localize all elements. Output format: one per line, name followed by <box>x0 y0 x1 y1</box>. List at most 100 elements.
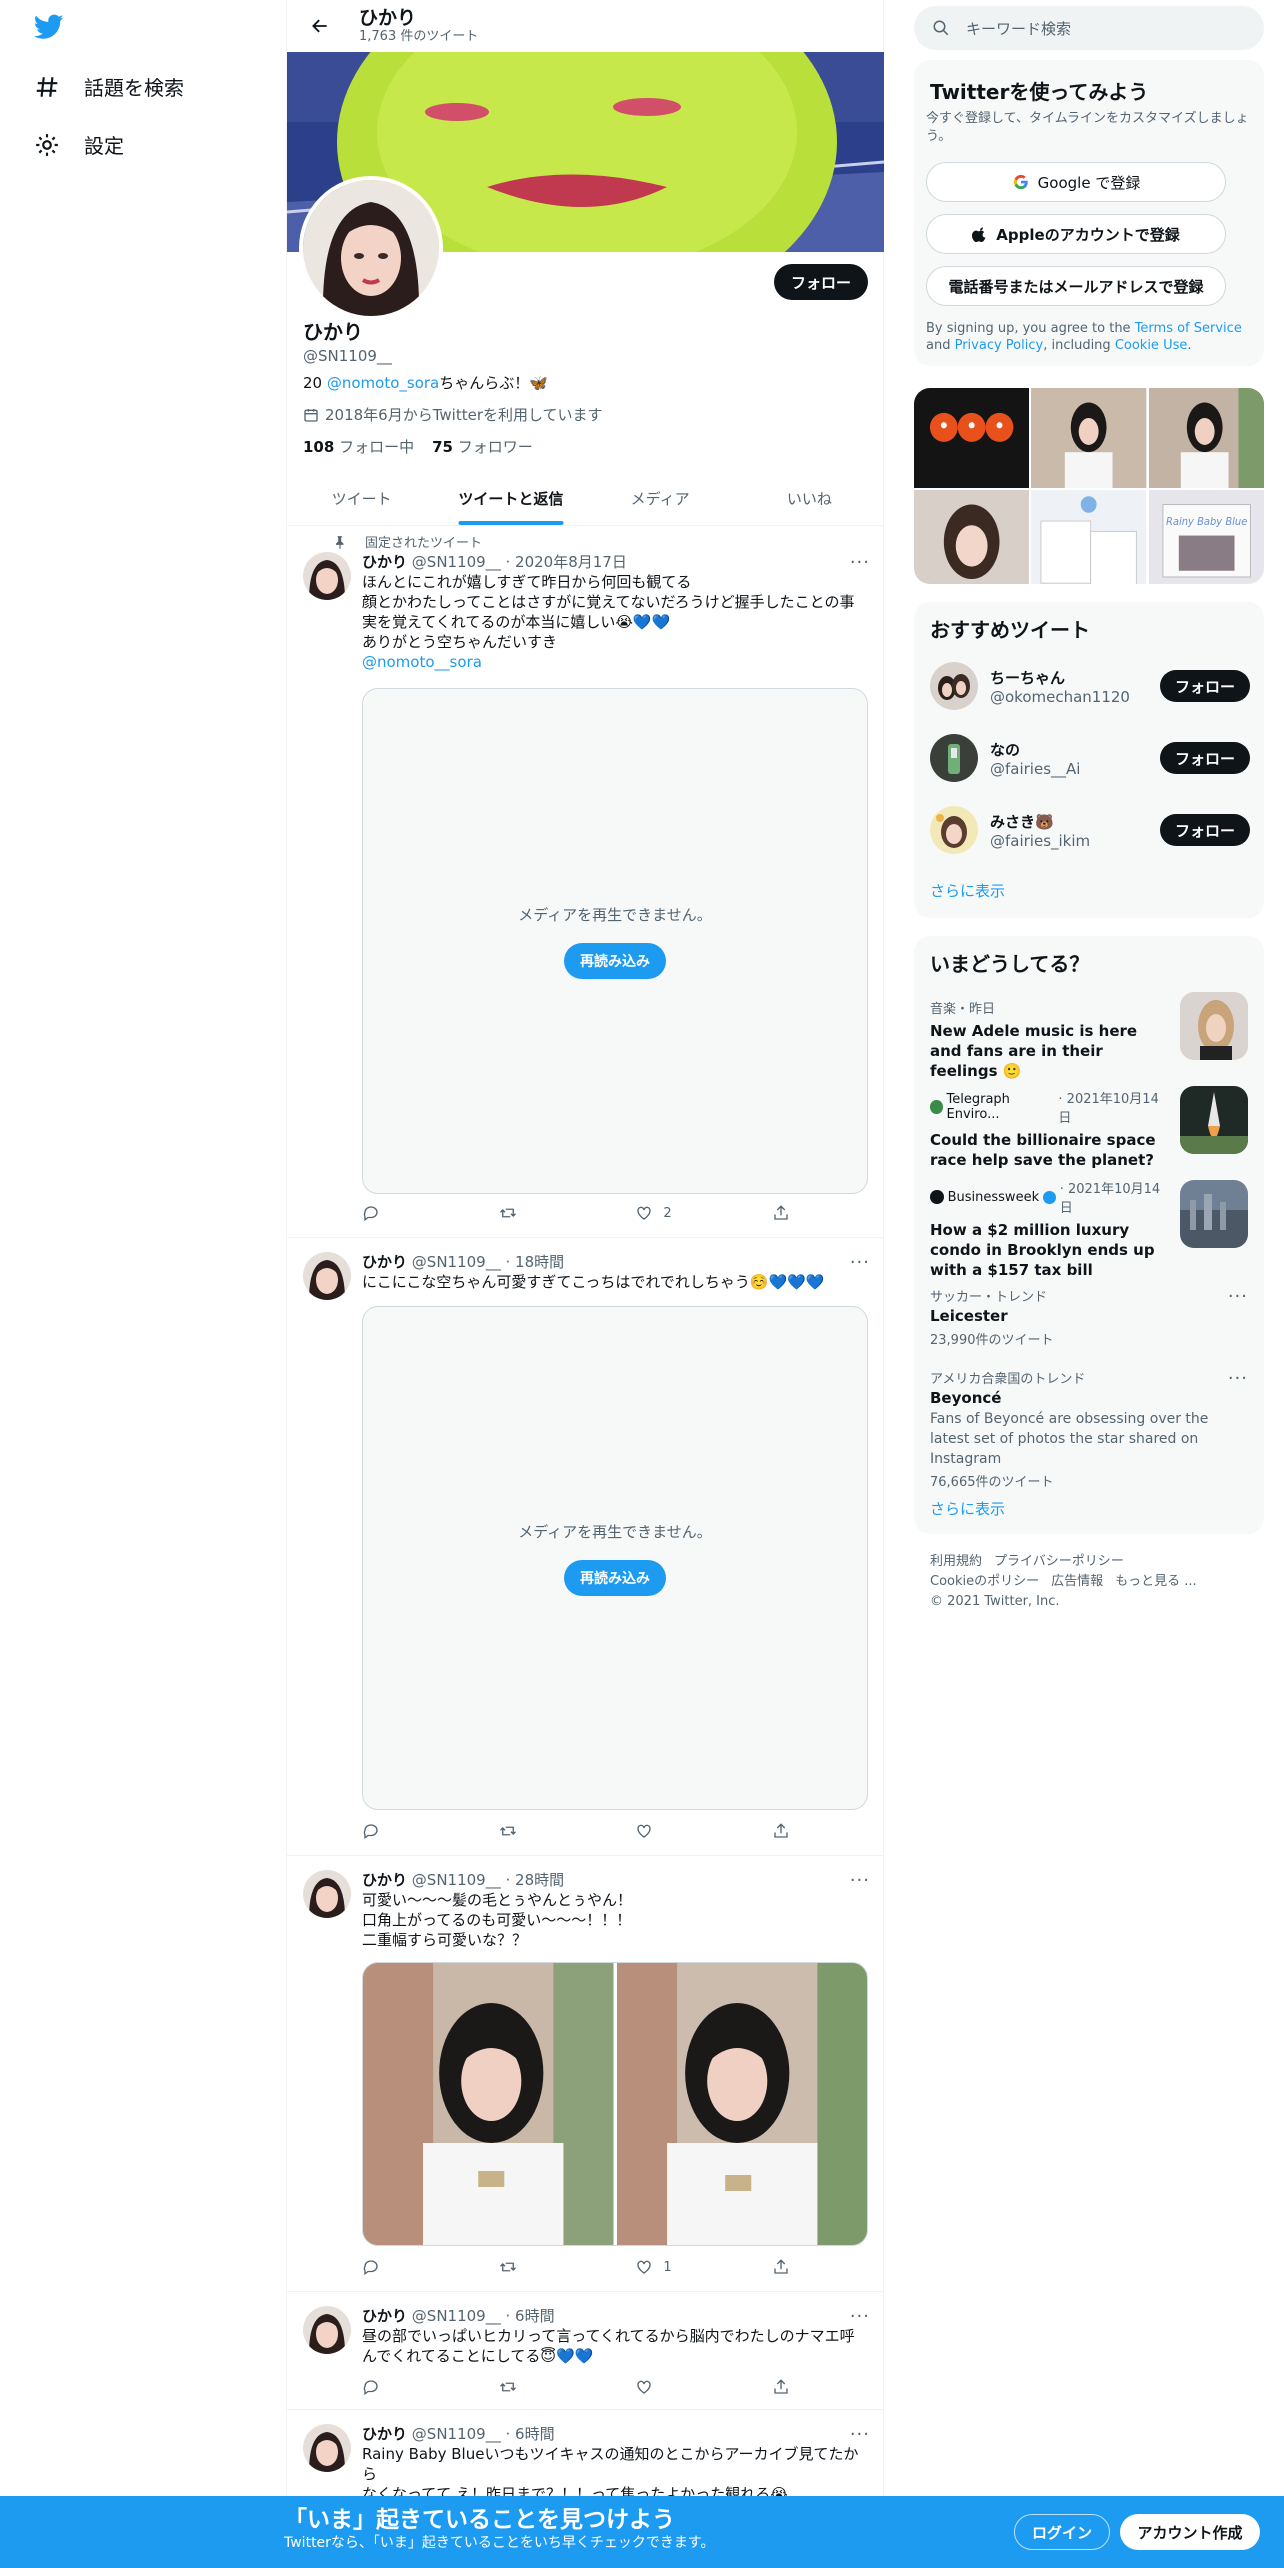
share-button[interactable] <box>772 1204 802 1222</box>
media-thumbnail[interactable]: Rainy Baby Blue <box>1148 490 1264 584</box>
twitter-logo-icon[interactable] <box>33 14 64 44</box>
terms-of-service-link[interactable]: Terms of Service <box>1135 321 1242 336</box>
follow-button[interactable]: フォロー <box>1160 814 1250 846</box>
tweet-mention-link[interactable]: @nomoto__sora <box>362 652 872 672</box>
more-icon[interactable]: ··· <box>850 552 870 573</box>
footer-ads-link[interactable]: 広告情報 <box>1051 1572 1103 1592</box>
footer-privacy-link[interactable]: プライバシーポリシー <box>994 1552 1124 1572</box>
tweet-author-handle[interactable]: @SN1109__ <box>412 2425 501 2443</box>
reply-button[interactable] <box>362 1204 452 1222</box>
apple-signup-button[interactable]: Appleのアカウントで登録 <box>926 214 1226 254</box>
login-button[interactable]: ログイン <box>1014 2514 1110 2550</box>
trend-thumbnail[interactable] <box>1180 992 1248 1060</box>
show-more-link[interactable]: さらに表示 <box>930 1498 1005 1519</box>
follow-button[interactable]: フォロー <box>1160 670 1250 702</box>
tab-media[interactable]: メディア <box>586 472 735 525</box>
retweet-button[interactable] <box>499 1204 589 1222</box>
tab-likes[interactable]: いいね <box>735 472 884 525</box>
profile-avatar[interactable] <box>299 176 443 320</box>
tweet-author-name[interactable]: ひかり <box>362 553 407 571</box>
more-icon[interactable]: ··· <box>850 2306 870 2327</box>
media-thumbnail[interactable] <box>1031 388 1147 489</box>
bio-mention-link[interactable]: @nomoto_sora <box>327 374 439 392</box>
recommended-user[interactable]: なの @fairies__Ai フォロー <box>930 728 1250 788</box>
like-button[interactable]: 2 <box>635 1204 725 1222</box>
media-thumbnail[interactable] <box>914 388 1030 489</box>
more-icon[interactable]: ··· <box>1228 1368 1248 1389</box>
tweet-author-name[interactable]: ひかり <box>362 1871 407 1889</box>
google-signup-button[interactable]: Google で登録 <box>926 162 1226 202</box>
footer-more-link[interactable]: もっと見る ... <box>1115 1572 1197 1592</box>
tweet[interactable]: ひかり @SN1109__ · 18時間 にこにこな空ちゃん可愛すぎてこっちはで… <box>287 1238 884 1856</box>
tweet-timestamp[interactable]: · 28時間 <box>506 1871 565 1889</box>
avatar[interactable] <box>930 734 978 782</box>
tweet-photo[interactable] <box>363 1963 614 2245</box>
more-icon[interactable]: ··· <box>850 2424 870 2445</box>
tweet[interactable]: ひかり @SN1109__ · 28時間 可愛い〜〜〜髪の毛とぅやんとぅやん！ … <box>287 1856 884 2292</box>
like-button[interactable] <box>635 2378 725 2396</box>
trend-item[interactable]: アメリカ合衆国のトレンド Beyoncé Fans of Beyoncé are… <box>930 1368 1252 1490</box>
tweet-avatar[interactable] <box>303 2306 351 2354</box>
create-account-button[interactable]: アカウント作成 <box>1120 2514 1260 2550</box>
recommended-user[interactable]: ちーちゃん @okomechan1120 フォロー <box>930 656 1250 716</box>
tweet-author-handle[interactable]: @SN1109__ <box>412 1253 501 1271</box>
tweet-avatar[interactable] <box>303 1870 351 1918</box>
follow-button[interactable]: フォロー <box>1160 742 1250 774</box>
back-button[interactable] <box>303 9 337 43</box>
retweet-button[interactable] <box>499 2258 589 2276</box>
more-icon[interactable]: ··· <box>850 1870 870 1891</box>
following-link[interactable]: 108 フォロー中 <box>303 436 414 457</box>
media-thumbnail[interactable] <box>1148 388 1264 489</box>
trend-item[interactable]: 音楽・昨日 New Adele music is here and fans a… <box>930 998 1160 1081</box>
nav-explore[interactable]: 話題を検索 <box>34 72 184 101</box>
reload-button[interactable]: 再読み込み <box>564 942 666 979</box>
tweet-timestamp[interactable]: · 18時間 <box>506 1253 565 1271</box>
media-thumbnail[interactable] <box>914 490 1030 584</box>
tweet[interactable]: ひかり @SN1109__ · 6時間 Rainy Baby Blueいつもツイ… <box>287 2410 884 2510</box>
footer-cookie-link[interactable]: Cookieのポリシー <box>930 1572 1039 1592</box>
share-button[interactable] <box>772 2378 802 2396</box>
tweet-photo[interactable] <box>616 1963 867 2245</box>
search-box[interactable]: キーワード検索 <box>914 6 1264 50</box>
tweet-timestamp[interactable]: · 2020年8月17日 <box>506 553 627 571</box>
tweet-timestamp[interactable]: · 6時間 <box>506 2307 555 2325</box>
tweet-avatar[interactable] <box>303 2424 351 2472</box>
reply-button[interactable] <box>362 2378 452 2396</box>
tweet-avatar[interactable] <box>303 1252 351 1300</box>
tab-tweets-and-replies[interactable]: ツイートと返信 <box>436 472 585 525</box>
tweet[interactable]: ひかり @SN1109__ · 6時間 昼の部でいっぱいヒカリって言ってくれてる… <box>287 2292 884 2410</box>
tab-tweets[interactable]: ツイート <box>287 472 436 525</box>
avatar[interactable] <box>930 806 978 854</box>
reload-button[interactable]: 再読み込み <box>564 1559 666 1596</box>
media-thumbnail[interactable] <box>1031 490 1147 584</box>
trend-item[interactable]: Businessweek · 2021年10月14日 How a $2 mill… <box>930 1178 1170 1280</box>
tweet-pinned[interactable]: 固定されたツイート ひかり @SN1109__ · 2020年8月17日 ほんと… <box>287 526 884 1238</box>
recommended-user[interactable]: みさき🐻 @fairies_ikim フォロー <box>930 800 1250 860</box>
share-button[interactable] <box>772 1822 802 1840</box>
privacy-policy-link[interactable]: Privacy Policy <box>955 338 1044 353</box>
tweet-author-handle[interactable]: @SN1109__ <box>412 553 501 571</box>
tweet-timestamp[interactable]: · 6時間 <box>506 2425 555 2443</box>
retweet-button[interactable] <box>499 1822 589 1840</box>
avatar[interactable] <box>930 662 978 710</box>
search-input[interactable]: キーワード検索 <box>966 18 1071 39</box>
trend-thumbnail[interactable] <box>1180 1086 1248 1154</box>
more-icon[interactable]: ··· <box>850 1252 870 1273</box>
follow-button[interactable]: フォロー <box>774 264 868 300</box>
like-button[interactable] <box>635 1822 725 1840</box>
like-button[interactable]: 1 <box>635 2258 725 2276</box>
tweet-author-handle[interactable]: @SN1109__ <box>412 1871 501 1889</box>
trend-item[interactable]: サッカー・トレンド Leicester 23,990件のツイート <box>930 1286 1252 1348</box>
followers-link[interactable]: 75 フォロワー <box>432 436 533 457</box>
reply-button[interactable] <box>362 1822 452 1840</box>
show-more-link[interactable]: さらに表示 <box>930 880 1005 901</box>
share-button[interactable] <box>772 2258 802 2276</box>
reply-button[interactable] <box>362 2258 452 2276</box>
footer-terms-link[interactable]: 利用規約 <box>930 1552 982 1572</box>
tweet-author-name[interactable]: ひかり <box>362 2307 407 2325</box>
more-icon[interactable]: ··· <box>1228 1286 1248 1307</box>
trend-item[interactable]: Telegraph Enviro... · 2021年10月14日 Could … <box>930 1088 1160 1170</box>
phone-signup-button[interactable]: 電話番号またはメールアドレスで登録 <box>926 266 1226 306</box>
cookie-use-link[interactable]: Cookie Use <box>1115 338 1188 353</box>
tweet-author-name[interactable]: ひかり <box>362 2425 407 2443</box>
